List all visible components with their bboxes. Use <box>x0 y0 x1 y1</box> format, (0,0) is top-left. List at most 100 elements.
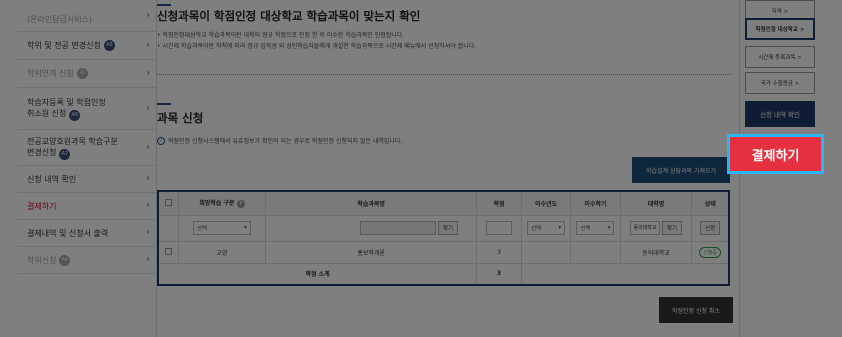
column-header: 이수년도 <box>520 190 572 216</box>
chevron-right-icon: › <box>146 68 150 78</box>
check-circle-icon: ✓ <box>157 136 165 145</box>
sidebar-item-online[interactable]: (온라인탐급서비스) › <box>17 0 156 32</box>
sidebar: (온라인탐급서비스) › 학위 및 전공 변경신청 A5 › 학위연계 신청 A… <box>17 0 157 337</box>
chevron-right-icon: › <box>146 200 150 211</box>
subtotal-row: 학점 소계 3 <box>157 262 730 286</box>
course-name-input[interactable] <box>360 221 437 235</box>
select-all-cell[interactable] <box>157 190 179 216</box>
term-select[interactable]: 선택 ▾ <box>576 221 615 235</box>
sidebar-item-payment[interactable]: 결제하기 › <box>17 193 156 220</box>
chevron-right-icon: › <box>146 173 150 184</box>
credit-input-cell <box>476 214 522 242</box>
column-header: 이수학기 <box>570 190 621 216</box>
cancel-credit-button[interactable]: 학점인정 신청 취소 <box>659 297 733 323</box>
bullet-text: • 시간제 학습과목이란 학칙에 따라 정규 입학생 외 성인학습자들에게 개설… <box>157 43 477 50</box>
pay-button[interactable]: 결제하기 <box>727 134 824 174</box>
sidebar-item-label: 학위신청 <box>27 255 57 265</box>
title-accent-bar <box>157 4 171 6</box>
sidebar-item-label: 변경신청 <box>27 147 57 157</box>
column-header: 학습과목명 <box>265 190 478 216</box>
credit-cell: 3 <box>476 240 522 264</box>
sidebar-item-degree-change[interactable]: 학위 및 전공 변경신청 A5 › <box>17 32 156 60</box>
sidebar-item-label: 학위 및 전공 변경신청 <box>27 41 101 50</box>
confirm-history-button[interactable]: 신청 내역 확인 <box>745 101 815 127</box>
sidebar-item-label: 전공교양호원과목 학습구분 <box>27 136 118 146</box>
chevron-right-icon: › <box>146 10 150 20</box>
table-header-row: 희망학습 구분? 학습과목명 학점 이수년도 이수학기 대학명 상태 <box>157 190 730 216</box>
sidebar-item-label: 결제하기 <box>27 201 57 211</box>
sidebar-item-label: 결제내역 및 신청서 출력 <box>27 228 109 238</box>
bullet-text: • 학점인정대상학교 학습과목이란 대학의 정규 학점으로 인정 한 후 이수한… <box>157 32 405 39</box>
main-content: 신청과목이 학점인정 대상학교 학습과목이 맞는지 확인 • 학점인정대상학교 … <box>157 0 739 337</box>
section-title: 신청과목이 학점인정 대상학교 학습과목이 맞는지 확인 <box>157 9 421 23</box>
status-badge: 신청중 <box>699 246 722 258</box>
caret-down-icon: ▾ <box>558 225 562 231</box>
univ-search-cell: 동의대학교 찾기 <box>619 214 693 242</box>
univ-input[interactable]: 동의대학교 <box>630 221 661 235</box>
national-button[interactable]: 국가 수할증금 > <box>745 72 815 94</box>
section-title: 과목 신청 <box>157 111 204 125</box>
column-header: 대학명 <box>619 190 693 216</box>
sidebar-item-label: (온라인탐급서비스) <box>27 15 93 24</box>
caret-down-icon: ▾ <box>244 225 247 231</box>
term-cell <box>570 240 621 264</box>
credit-input[interactable] <box>486 221 512 235</box>
help-icon[interactable]: ? <box>236 200 245 209</box>
sidebar-item-major-change[interactable]: 전공교양호원과목 학습구분 변경신청 A7 › <box>17 130 156 166</box>
column-header: 상태 <box>691 190 730 216</box>
type-select-cell: 선택 ▾ <box>177 214 267 242</box>
chevron-right-icon: › <box>146 103 150 113</box>
column-header: 학점 <box>476 190 522 216</box>
univ-cell: 동의대학교 <box>619 240 693 264</box>
select-all-checkbox[interactable] <box>164 198 172 206</box>
apply-button[interactable]: 신청 <box>700 221 721 235</box>
sidebar-item-degree-link[interactable]: 학위연계 신청 Ai › <box>17 60 156 88</box>
status-cell: 신청중 <box>691 240 730 264</box>
sidebar-item-label: 학습자등록 및 학점인정 <box>27 97 106 107</box>
course-table: 희망학습 구분? 학습과목명 학점 이수년도 이수학기 대학명 상태 선택 ▾ 찾… <box>157 190 730 286</box>
year-select-cell: 선택 ▾ <box>520 214 572 242</box>
univ-search-button[interactable]: 찾기 <box>661 221 683 235</box>
part-time-button[interactable]: 시간제 등록과목 > <box>745 46 815 68</box>
divider <box>157 74 732 75</box>
badge-icon: A7 <box>59 148 71 160</box>
column-header: 희망학습 구분? <box>177 190 267 216</box>
badge-icon: A6 <box>69 109 81 121</box>
empty-cell <box>520 262 730 286</box>
sidebar-item-print[interactable]: 결제내역 및 신청서 출력 › <box>17 220 156 247</box>
target-school-button[interactable]: 학점인정 대상학교 > <box>745 18 815 40</box>
badge-icon: Ai <box>76 68 88 79</box>
table-row: 교양 홍보학개론 3 동의대학교 신청중 <box>157 240 730 264</box>
sidebar-item-degree-apply[interactable]: 학위신청 A6 › <box>17 247 156 274</box>
type-select[interactable]: 선택 ▾ <box>192 221 251 235</box>
badge-icon: A6 <box>59 254 71 266</box>
title-accent-bar <box>157 103 171 105</box>
year-cell <box>520 240 572 264</box>
import-plan-button[interactable]: 학습설계 상담과목 가져오기 <box>632 157 730 183</box>
apply-cell: 신청 <box>691 214 730 242</box>
empty-cell <box>157 214 179 242</box>
badge-icon: A5 <box>103 40 115 51</box>
filter-row: 선택 ▾ 찾기 선택 ▾ 선택 ▾ 동의대학교 찾기 신청 <box>157 214 730 242</box>
sidebar-item-label: 신청 내역 확인 <box>27 174 77 184</box>
chevron-right-icon: › <box>146 142 150 152</box>
year-select[interactable]: 선택 ▾ <box>527 221 566 235</box>
chevron-right-icon: › <box>146 254 150 265</box>
course-cell: 홍보학개론 <box>265 240 478 264</box>
type-cell: 교양 <box>177 240 267 264</box>
sidebar-item-learner-register[interactable]: 학습자등록 및 학점인정 취소원 신청 A6 › <box>17 88 156 130</box>
row-checkbox[interactable] <box>164 247 172 255</box>
subtotal-value: 3 <box>476 262 522 286</box>
caret-down-icon: ▾ <box>607 225 611 231</box>
sidebar-item-history[interactable]: 신청 내역 확인 › <box>17 166 156 193</box>
chevron-right-icon: › <box>146 40 150 50</box>
sidebar-item-label: 학위연계 신청 <box>27 69 74 78</box>
course-search-button[interactable]: 찾기 <box>437 221 459 235</box>
term-select-cell: 선택 ▾ <box>570 214 621 242</box>
row-check-cell <box>157 240 179 264</box>
sidebar-item-label: 취소원 신청 <box>27 108 67 118</box>
course-search-cell: 찾기 <box>265 214 478 242</box>
chevron-right-icon: › <box>146 227 150 238</box>
note-text: ✓ 학점인정 신청시스템에서 유효정보가 확인이 되는 경우로 학점인정 신청되… <box>157 136 403 145</box>
subtotal-label: 학점 소계 <box>157 262 478 286</box>
